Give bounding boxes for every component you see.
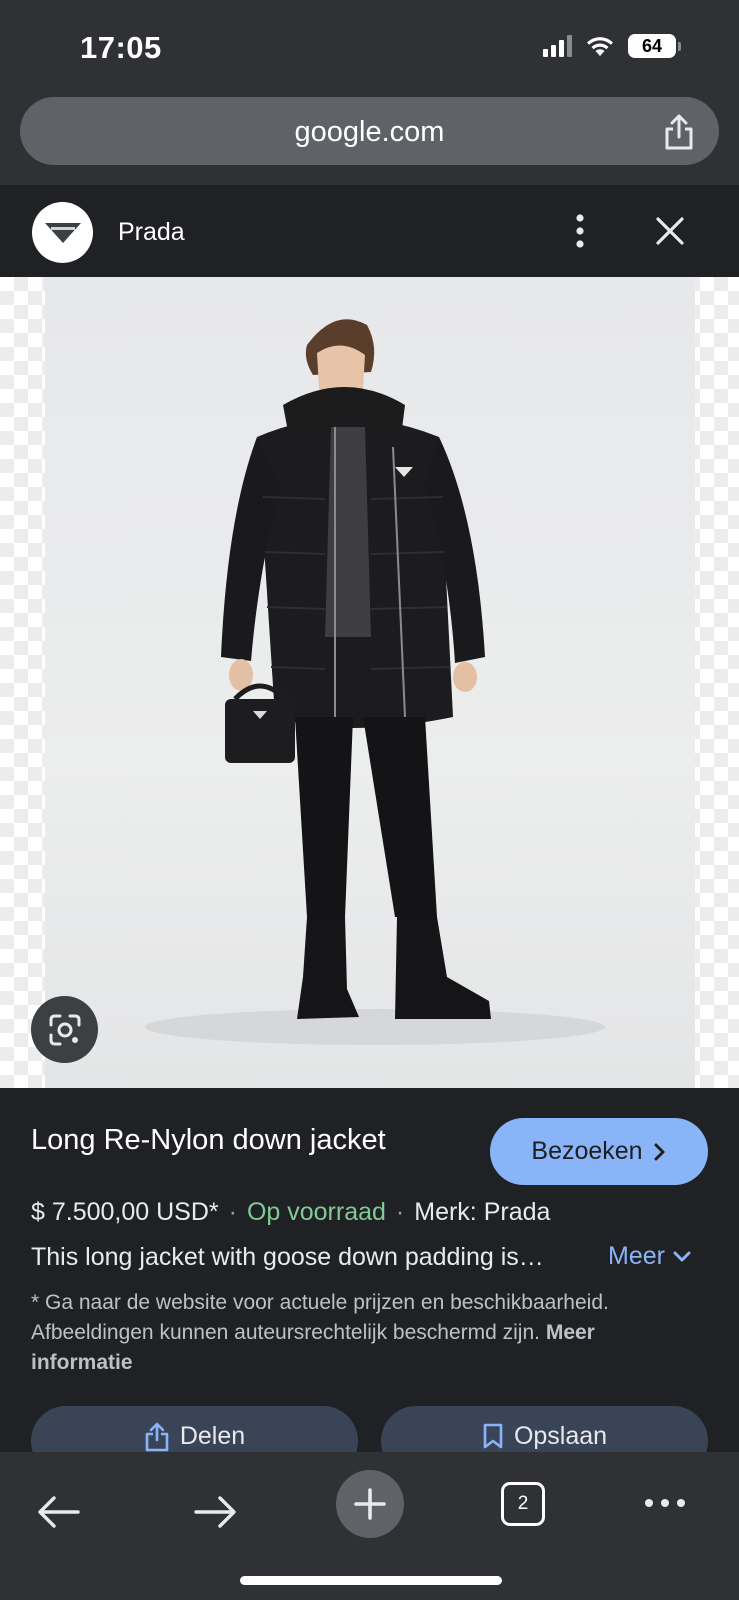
chevron-right-icon <box>654 1143 665 1160</box>
status-icons: 64 <box>543 34 681 58</box>
back-arrow-icon[interactable] <box>36 1494 82 1530</box>
plus-icon <box>354 1488 386 1520</box>
model-illustration <box>145 319 605 1045</box>
prada-logo-icon <box>32 202 93 263</box>
new-tab-button[interactable] <box>336 1470 404 1538</box>
visit-button-label: Bezoeken <box>531 1137 643 1165</box>
product-meta: $ 7.500,00 USD* · Op voorraad · Merk: Prada <box>31 1198 551 1226</box>
product-title[interactable]: Long Re-Nylon down jacket <box>31 1124 386 1157</box>
chevron-down-icon <box>673 1251 691 1261</box>
forward-arrow-icon[interactable] <box>192 1494 238 1530</box>
product-description: This long jacket with goose down padding… <box>31 1243 544 1271</box>
browser-url-area: google.com <box>0 95 739 185</box>
more-horiz-icon[interactable] <box>643 1493 687 1513</box>
url-text[interactable]: google.com <box>20 116 719 149</box>
visit-button[interactable]: Bezoeken <box>490 1118 708 1185</box>
close-icon[interactable] <box>652 213 688 249</box>
price-disclaimer: * Ga naar de website voor actuele prijze… <box>31 1288 651 1378</box>
more-button[interactable]: Meer <box>608 1242 691 1271</box>
product-price: $ 7.500,00 USD* <box>31 1198 219 1226</box>
battery-icon: 64 <box>628 34 681 58</box>
google-lens-icon <box>49 1014 80 1045</box>
more-vert-icon[interactable] <box>568 211 592 251</box>
status-bar: 17:05 64 <box>0 0 739 95</box>
tab-count: 2 <box>517 1493 529 1514</box>
battery-level: 64 <box>628 34 676 58</box>
product-image-area <box>0 277 739 1088</box>
cellular-signal-icon <box>543 35 572 57</box>
bookmark-icon <box>483 1423 503 1449</box>
more-button-label: Meer <box>608 1242 665 1270</box>
product-photo[interactable] <box>45 277 695 1088</box>
wifi-icon <box>587 37 613 56</box>
status-time: 17:05 <box>80 30 162 65</box>
browser-toolbar: 2 <box>0 1452 739 1600</box>
source-name[interactable]: Prada <box>118 218 185 247</box>
google-lens-button[interactable] <box>31 996 98 1063</box>
share-button-label: Delen <box>179 1422 246 1450</box>
tabs-button[interactable]: 2 <box>501 1482 545 1526</box>
source-header: Prada <box>0 185 739 277</box>
address-bar[interactable]: google.com <box>20 97 719 165</box>
share-icon[interactable] <box>661 113 697 151</box>
stock-status: Op voorraad <box>246 1198 386 1226</box>
disclaimer-text: * Ga naar de website voor actuele prijze… <box>31 1291 609 1344</box>
home-indicator <box>240 1576 502 1585</box>
product-brand: Merk: Prada <box>414 1198 551 1226</box>
share-icon <box>145 1422 169 1452</box>
product-info-panel: Long Re-Nylon down jacket Bezoeken $ 7.5… <box>0 1088 739 1476</box>
save-button-label: Opslaan <box>513 1422 608 1450</box>
